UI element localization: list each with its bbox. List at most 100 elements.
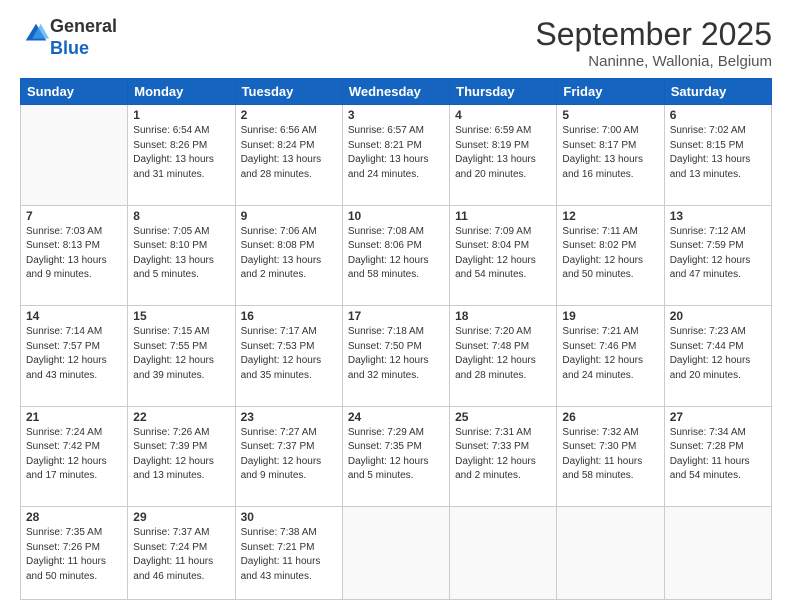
day-number: 5 bbox=[562, 108, 658, 122]
day-info: Sunrise: 7:05 AM Sunset: 8:10 PM Dayligh… bbox=[133, 225, 229, 283]
day-info: Sunrise: 7:32 AM Sunset: 7:30 PM Dayligh… bbox=[562, 426, 658, 484]
day-info: Sunrise: 7:17 AM Sunset: 7:53 PM Dayligh… bbox=[241, 325, 337, 383]
calendar-cell: 20 Sunrise: 7:23 AM Sunset: 7:44 PM Dayli… bbox=[664, 306, 771, 407]
day-number: 4 bbox=[455, 108, 551, 122]
calendar-cell: 25 Sunrise: 7:31 AM Sunset: 7:33 PM Dayli… bbox=[450, 406, 557, 507]
day-number: 7 bbox=[26, 209, 122, 223]
weekday-header: Sunday bbox=[21, 79, 128, 105]
day-number: 12 bbox=[562, 209, 658, 223]
day-info: Sunrise: 7:09 AM Sunset: 8:04 PM Dayligh… bbox=[455, 225, 551, 283]
logo-icon bbox=[22, 20, 50, 48]
calendar-cell: 26 Sunrise: 7:32 AM Sunset: 7:30 PM Dayli… bbox=[557, 406, 664, 507]
title-block: September 2025 Naninne, Wallonia, Belgiu… bbox=[535, 16, 772, 70]
day-number: 10 bbox=[348, 209, 444, 223]
day-number: 3 bbox=[348, 108, 444, 122]
calendar-cell: 9 Sunrise: 7:06 AM Sunset: 8:08 PM Daylig… bbox=[235, 205, 342, 306]
day-number: 28 bbox=[26, 510, 122, 524]
day-number: 9 bbox=[241, 209, 337, 223]
day-info: Sunrise: 6:56 AM Sunset: 8:24 PM Dayligh… bbox=[241, 124, 337, 182]
day-info: Sunrise: 7:24 AM Sunset: 7:42 PM Dayligh… bbox=[26, 426, 122, 484]
month-title: September 2025 bbox=[535, 16, 772, 53]
day-number: 16 bbox=[241, 309, 337, 323]
weekday-header: Thursday bbox=[450, 79, 557, 105]
logo-blue: Blue bbox=[50, 38, 89, 58]
calendar-cell: 29 Sunrise: 7:37 AM Sunset: 7:24 PM Dayli… bbox=[128, 507, 235, 600]
day-number: 6 bbox=[670, 108, 766, 122]
calendar-cell: 1 Sunrise: 6:54 AM Sunset: 8:26 PM Daylig… bbox=[128, 105, 235, 206]
day-number: 14 bbox=[26, 309, 122, 323]
day-number: 22 bbox=[133, 410, 229, 424]
calendar-cell: 17Sunrise: 7:18 AM Sunset: 7:50 PM Dayli… bbox=[342, 306, 449, 407]
calendar-cell: 12 Sunrise: 7:11 AM Sunset: 8:02 PM Dayli… bbox=[557, 205, 664, 306]
day-info: Sunrise: 7:11 AM Sunset: 8:02 PM Dayligh… bbox=[562, 225, 658, 283]
calendar-week-row: 21 Sunrise: 7:24 AM Sunset: 7:42 PM Dayli… bbox=[21, 406, 772, 507]
day-info: Sunrise: 7:12 AM Sunset: 7:59 PM Dayligh… bbox=[670, 225, 766, 283]
location: Naninne, Wallonia, Belgium bbox=[535, 53, 772, 70]
day-info: Sunrise: 7:18 AM Sunset: 7:50 PM Dayligh… bbox=[348, 325, 444, 383]
day-number: 2 bbox=[241, 108, 337, 122]
day-info: Sunrise: 7:34 AM Sunset: 7:28 PM Dayligh… bbox=[670, 426, 766, 484]
calendar-cell: 28 Sunrise: 7:35 AM Sunset: 7:26 PM Dayli… bbox=[21, 507, 128, 600]
day-number: 23 bbox=[241, 410, 337, 424]
calendar-week-row: 14 Sunrise: 7:14 AM Sunset: 7:57 PM Dayli… bbox=[21, 306, 772, 407]
day-info: Sunrise: 7:14 AM Sunset: 7:57 PM Dayligh… bbox=[26, 325, 122, 383]
day-info: Sunrise: 7:08 AM Sunset: 8:06 PM Dayligh… bbox=[348, 225, 444, 283]
weekday-header: Tuesday bbox=[235, 79, 342, 105]
day-number: 11 bbox=[455, 209, 551, 223]
day-number: 15 bbox=[133, 309, 229, 323]
weekday-header: Monday bbox=[128, 79, 235, 105]
day-number: 27 bbox=[670, 410, 766, 424]
calendar-cell: 6 Sunrise: 7:02 AM Sunset: 8:15 PM Daylig… bbox=[664, 105, 771, 206]
calendar-cell: 19Sunrise: 7:21 AM Sunset: 7:46 PM Dayli… bbox=[557, 306, 664, 407]
calendar-table: SundayMondayTuesdayWednesdayThursdayFrid… bbox=[20, 78, 772, 600]
page: General Blue September 2025 Naninne, Wal… bbox=[0, 0, 792, 612]
calendar-cell bbox=[664, 507, 771, 600]
day-info: Sunrise: 7:37 AM Sunset: 7:24 PM Dayligh… bbox=[133, 526, 229, 584]
day-number: 18 bbox=[455, 309, 551, 323]
day-number: 1 bbox=[133, 108, 229, 122]
day-number: 24 bbox=[348, 410, 444, 424]
calendar-cell: 14 Sunrise: 7:14 AM Sunset: 7:57 PM Dayli… bbox=[21, 306, 128, 407]
day-info: Sunrise: 7:06 AM Sunset: 8:08 PM Dayligh… bbox=[241, 225, 337, 283]
day-info: Sunrise: 7:38 AM Sunset: 7:21 PM Dayligh… bbox=[241, 526, 337, 584]
day-info: Sunrise: 6:59 AM Sunset: 8:19 PM Dayligh… bbox=[455, 124, 551, 182]
calendar-cell bbox=[557, 507, 664, 600]
day-number: 29 bbox=[133, 510, 229, 524]
logo: General Blue bbox=[20, 16, 117, 59]
calendar-cell: 5 Sunrise: 7:00 AM Sunset: 8:17 PM Daylig… bbox=[557, 105, 664, 206]
day-info: Sunrise: 7:00 AM Sunset: 8:17 PM Dayligh… bbox=[562, 124, 658, 182]
day-info: Sunrise: 6:54 AM Sunset: 8:26 PM Dayligh… bbox=[133, 124, 229, 182]
calendar-cell: 8 Sunrise: 7:05 AM Sunset: 8:10 PM Daylig… bbox=[128, 205, 235, 306]
day-info: Sunrise: 7:23 AM Sunset: 7:44 PM Dayligh… bbox=[670, 325, 766, 383]
calendar-week-row: 7Sunrise: 7:03 AM Sunset: 8:13 PM Daylig… bbox=[21, 205, 772, 306]
calendar-cell: 15Sunrise: 7:15 AM Sunset: 7:55 PM Dayli… bbox=[128, 306, 235, 407]
day-number: 25 bbox=[455, 410, 551, 424]
day-info: Sunrise: 7:35 AM Sunset: 7:26 PM Dayligh… bbox=[26, 526, 122, 584]
day-info: Sunrise: 7:20 AM Sunset: 7:48 PM Dayligh… bbox=[455, 325, 551, 383]
day-number: 26 bbox=[562, 410, 658, 424]
day-info: Sunrise: 7:31 AM Sunset: 7:33 PM Dayligh… bbox=[455, 426, 551, 484]
calendar-cell: 23 Sunrise: 7:27 AM Sunset: 7:37 PM Dayli… bbox=[235, 406, 342, 507]
calendar-week-row: 28 Sunrise: 7:35 AM Sunset: 7:26 PM Dayli… bbox=[21, 507, 772, 600]
day-number: 20 bbox=[670, 309, 766, 323]
day-number: 21 bbox=[26, 410, 122, 424]
calendar-cell: 13 Sunrise: 7:12 AM Sunset: 7:59 PM Dayli… bbox=[664, 205, 771, 306]
calendar-cell: 2 Sunrise: 6:56 AM Sunset: 8:24 PM Daylig… bbox=[235, 105, 342, 206]
day-number: 19 bbox=[562, 309, 658, 323]
day-info: Sunrise: 7:29 AM Sunset: 7:35 PM Dayligh… bbox=[348, 426, 444, 484]
day-info: Sunrise: 7:02 AM Sunset: 8:15 PM Dayligh… bbox=[670, 124, 766, 182]
calendar-week-row: 1 Sunrise: 6:54 AM Sunset: 8:26 PM Daylig… bbox=[21, 105, 772, 206]
logo-text: General Blue bbox=[50, 16, 117, 59]
calendar-cell: 18 Sunrise: 7:20 AM Sunset: 7:48 PM Dayli… bbox=[450, 306, 557, 407]
day-number: 8 bbox=[133, 209, 229, 223]
calendar-cell: 10 Sunrise: 7:08 AM Sunset: 8:06 PM Dayli… bbox=[342, 205, 449, 306]
weekday-header-row: SundayMondayTuesdayWednesdayThursdayFrid… bbox=[21, 79, 772, 105]
calendar-cell: 22Sunrise: 7:26 AM Sunset: 7:39 PM Dayli… bbox=[128, 406, 235, 507]
weekday-header: Wednesday bbox=[342, 79, 449, 105]
day-info: Sunrise: 7:27 AM Sunset: 7:37 PM Dayligh… bbox=[241, 426, 337, 484]
weekday-header: Friday bbox=[557, 79, 664, 105]
calendar-cell: 24 Sunrise: 7:29 AM Sunset: 7:35 PM Dayli… bbox=[342, 406, 449, 507]
calendar-cell: 27 Sunrise: 7:34 AM Sunset: 7:28 PM Dayli… bbox=[664, 406, 771, 507]
calendar-cell: 16 Sunrise: 7:17 AM Sunset: 7:53 PM Dayli… bbox=[235, 306, 342, 407]
day-number: 13 bbox=[670, 209, 766, 223]
